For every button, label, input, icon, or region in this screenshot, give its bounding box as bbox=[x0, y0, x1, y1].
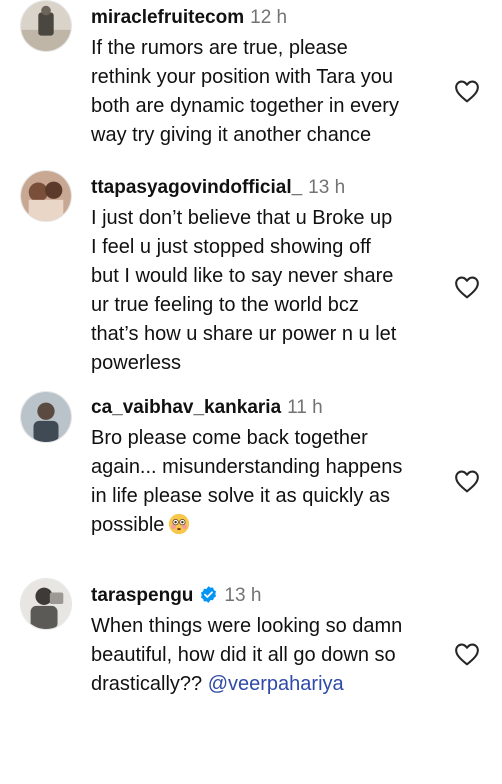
comment-username[interactable]: ca_vaibhav_kankaria bbox=[91, 397, 281, 418]
flushed-face-emoji bbox=[168, 513, 190, 535]
comment-time: 11 h bbox=[287, 397, 323, 418]
avatar-icon bbox=[21, 579, 71, 629]
comment-line: in life please solve it as quickly as bbox=[91, 485, 391, 507]
comment-line: drastically?? @veerpahariya bbox=[91, 670, 442, 699]
heart-outline-icon bbox=[455, 643, 479, 666]
heart-outline-icon bbox=[455, 470, 479, 493]
comment-line: If the rumors are true, please bbox=[91, 37, 348, 59]
comment-text: I just don’t believe that u Broke up I f… bbox=[91, 204, 442, 378]
comment-line-text: drastically?? bbox=[91, 673, 208, 695]
avatar[interactable] bbox=[20, 170, 72, 222]
like-button[interactable] bbox=[454, 79, 480, 103]
comment-line: beautiful, how did it all go down so bbox=[91, 644, 396, 666]
comment-line: Bro please come back together bbox=[91, 427, 368, 449]
comment-username[interactable]: taraspengu bbox=[91, 585, 193, 606]
comment-time: 13 h bbox=[224, 585, 262, 606]
comment-line: that’s how u share ur power n u let bbox=[91, 323, 397, 345]
comment-line: both are dynamic together in every bbox=[91, 95, 399, 117]
verified-badge-icon bbox=[199, 585, 218, 604]
heart-outline-icon bbox=[455, 276, 479, 299]
avatar[interactable] bbox=[20, 391, 72, 443]
comment-username[interactable]: miraclefruitecom bbox=[91, 7, 244, 28]
comment-line: I feel u just stopped showing off bbox=[91, 236, 371, 258]
comment-line: ur true feeling to the world bcz bbox=[91, 294, 359, 316]
like-button[interactable] bbox=[454, 469, 480, 493]
mention-link[interactable]: @veerpahariya bbox=[208, 673, 344, 695]
comment-line: I just don’t believe that u Broke up bbox=[91, 207, 393, 229]
comment-line: way try giving it another chance bbox=[91, 124, 372, 146]
comment-line: but I would like to say never share bbox=[91, 265, 394, 287]
comment-line: When things were looking so damn bbox=[91, 615, 403, 637]
comment-username[interactable]: ttapasyagovindofficial_ bbox=[91, 177, 302, 198]
heart-outline-icon bbox=[455, 80, 479, 103]
comment-time: 12 h bbox=[250, 7, 288, 28]
comment-text: If the rumors are true, please rethink y… bbox=[91, 34, 442, 150]
comment-text: When things were looking so damn beautif… bbox=[91, 612, 442, 699]
comment-line: powerless bbox=[91, 352, 182, 374]
comment-line: again... misunderstanding happens bbox=[91, 456, 403, 478]
like-button[interactable] bbox=[454, 275, 480, 299]
comment-line: rethink your position with Tara you bbox=[91, 66, 394, 88]
comment-line: possible bbox=[91, 511, 442, 540]
avatar-icon bbox=[21, 171, 71, 221]
avatar-icon bbox=[21, 1, 71, 51]
avatar[interactable] bbox=[20, 578, 72, 630]
like-button[interactable] bbox=[454, 642, 480, 666]
avatar-icon bbox=[21, 392, 71, 442]
avatar[interactable] bbox=[20, 0, 72, 52]
comment-time: 13 h bbox=[308, 177, 346, 198]
comment-text: Bro please come back together again... m… bbox=[91, 424, 442, 540]
comment-line-text: possible bbox=[91, 514, 165, 536]
